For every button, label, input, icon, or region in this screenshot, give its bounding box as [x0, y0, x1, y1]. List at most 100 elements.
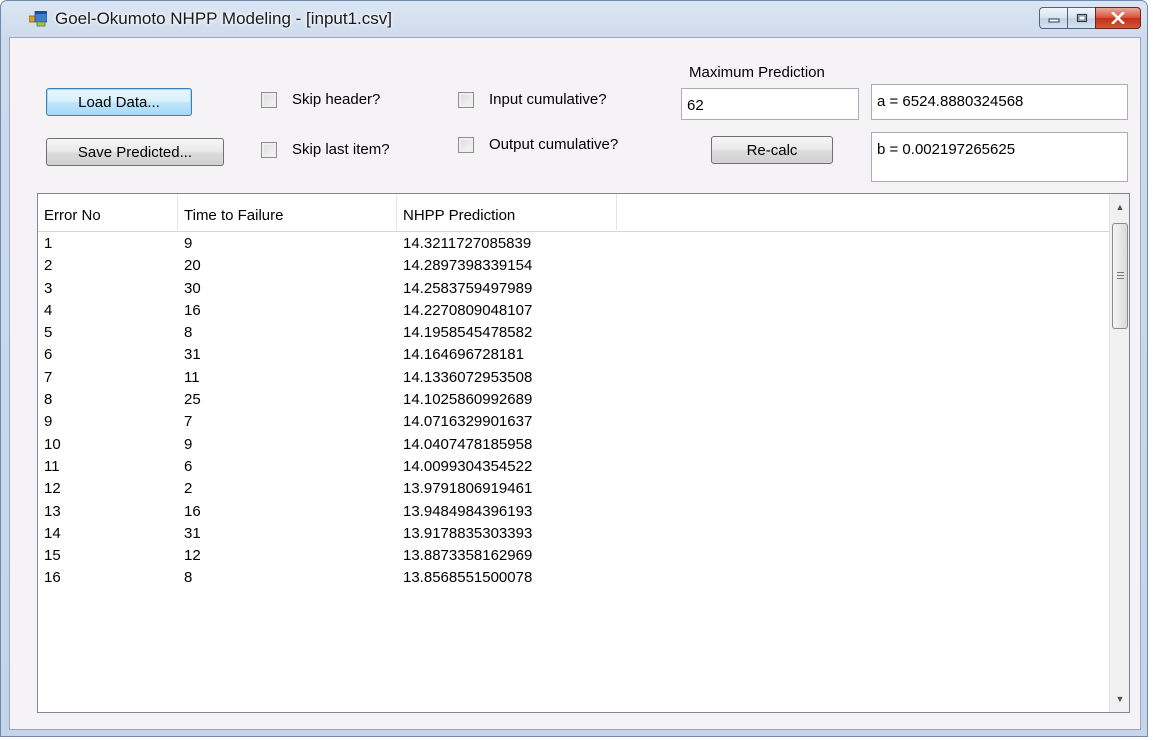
column-header-error-no[interactable]: Error No: [38, 194, 178, 232]
cell-nhpp-prediction: 14.0407478185958: [403, 435, 533, 453]
cell-nhpp-prediction: 14.0099304354522: [403, 457, 533, 475]
param-a-field: a = 6524.8880324568: [871, 84, 1128, 120]
table-row[interactable]: 3 30 14.2583759497989: [38, 278, 1110, 300]
cell-nhpp-prediction: 13.8873358162969: [403, 547, 533, 565]
table-row[interactable]: 6 31 14.164696728181: [38, 344, 1110, 366]
app-icon: [29, 11, 47, 27]
table-row[interactable]: 9 7 14.0716329901637: [38, 411, 1110, 433]
table-row[interactable]: 2 20 14.2897398339154: [38, 255, 1110, 277]
cell-error-no: 13: [44, 502, 61, 520]
cell-time-to-failure: 16: [184, 502, 201, 520]
scroll-up-icon[interactable]: ▲: [1110, 198, 1129, 216]
cell-nhpp-prediction: 14.1336072953508: [403, 368, 533, 386]
recalc-button[interactable]: Re-calc: [711, 136, 833, 164]
column-header-nhpp-prediction[interactable]: NHPP Prediction: [397, 194, 617, 232]
max-prediction-label: Maximum Prediction: [689, 64, 825, 81]
cell-nhpp-prediction: 13.9791806919461: [403, 480, 533, 498]
cell-error-no: 10: [44, 435, 61, 453]
cell-error-no: 6: [44, 346, 53, 364]
table-row[interactable]: 7 11 14.1336072953508: [38, 367, 1110, 389]
cell-time-to-failure: 12: [184, 547, 201, 565]
cell-nhpp-prediction: 14.2897398339154: [403, 257, 533, 275]
cell-time-to-failure: 30: [184, 279, 201, 297]
skip-header-checkbox[interactable]: Skip header?: [261, 91, 380, 108]
minimize-button[interactable]: [1039, 7, 1067, 29]
cell-time-to-failure: 20: [184, 257, 201, 275]
cell-time-to-failure: 9: [184, 435, 193, 453]
table-row[interactable]: 12 2 13.9791806919461: [38, 478, 1110, 500]
checkbox-box: [458, 91, 474, 108]
minimize-icon: [1048, 18, 1059, 23]
output-cumulative-checkbox[interactable]: Output cumulative?: [458, 136, 618, 153]
max-prediction-input[interactable]: 62: [681, 88, 859, 120]
cell-time-to-failure: 2: [184, 480, 193, 498]
table-header: Error No Time to Failure NHPP Prediction: [38, 194, 1110, 232]
cell-error-no: 11: [44, 457, 60, 475]
table-row[interactable]: 4 16 14.2270809048107: [38, 300, 1110, 322]
close-button[interactable]: [1095, 7, 1141, 29]
cell-error-no: 8: [44, 391, 53, 409]
cell-error-no: 16: [44, 569, 61, 587]
output-cumulative-label: Output cumulative?: [489, 136, 619, 153]
close-icon: [1111, 12, 1125, 24]
cell-time-to-failure: 8: [184, 324, 193, 342]
table-row[interactable]: 11 6 14.0099304354522: [38, 456, 1110, 478]
app-window: Goel-Okumoto NHPP Modeling - [input1.csv…: [0, 0, 1148, 737]
input-cumulative-checkbox[interactable]: Input cumulative?: [458, 91, 607, 108]
table-body: 1 9 14.3211727085839 2 20 14.2897398339154 3 30…: [38, 233, 1110, 590]
cell-time-to-failure: 9: [184, 235, 193, 252]
cell-time-to-failure: 11: [184, 368, 200, 386]
cell-nhpp-prediction: 13.8568551500078: [403, 569, 533, 587]
cell-error-no: 9: [44, 413, 53, 431]
cell-time-to-failure: 8: [184, 569, 193, 587]
cell-error-no: 4: [44, 301, 53, 319]
save-predicted-button[interactable]: Save Predicted...: [46, 138, 224, 166]
table-row[interactable]: 13 16 13.9484984396193: [38, 501, 1110, 523]
maximize-button[interactable]: [1067, 7, 1095, 29]
cell-error-no: 2: [44, 257, 53, 275]
table-row[interactable]: 1 9 14.3211727085839: [38, 233, 1110, 255]
column-header-time-to-failure[interactable]: Time to Failure: [178, 194, 397, 232]
cell-nhpp-prediction: 14.2583759497989: [403, 279, 533, 297]
cell-nhpp-prediction: 14.0716329901637: [403, 413, 533, 431]
cell-time-to-failure: 31: [184, 524, 201, 542]
table-row[interactable]: 16 8 13.8568551500078: [38, 567, 1110, 589]
table-row[interactable]: 5 8 14.1958545478582: [38, 322, 1110, 344]
cell-error-no: 1: [44, 235, 53, 252]
cell-nhpp-prediction: 14.164696728181: [403, 346, 524, 364]
skip-header-label: Skip header?: [292, 91, 381, 108]
window-title: Goel-Okumoto NHPP Modeling - [input1.csv…: [55, 9, 392, 28]
cell-error-no: 3: [44, 279, 53, 297]
form-client-area: Load Data... Save Predicted... Re-calc S…: [9, 37, 1141, 730]
table-row[interactable]: 8 25 14.1025860992689: [38, 389, 1110, 411]
cell-error-no: 15: [44, 547, 61, 565]
cell-time-to-failure: 6: [184, 457, 193, 475]
cell-error-no: 12: [44, 480, 61, 498]
title-bar[interactable]: Goel-Okumoto NHPP Modeling - [input1.csv…: [1, 1, 1147, 37]
load-data-button[interactable]: Load Data...: [46, 88, 192, 116]
cell-nhpp-prediction: 13.9484984396193: [403, 502, 533, 520]
param-b-field: b = 0.002197265625: [871, 132, 1128, 182]
cell-error-no: 7: [44, 368, 53, 386]
cell-nhpp-prediction: 14.2270809048107: [403, 301, 533, 319]
cell-nhpp-prediction: 14.1958545478582: [403, 324, 533, 342]
table-row[interactable]: 10 9 14.0407478185958: [38, 434, 1110, 456]
cell-time-to-failure: 16: [184, 301, 201, 319]
cell-nhpp-prediction: 13.9178835303393: [403, 524, 533, 542]
scroll-down-icon[interactable]: ▼: [1110, 690, 1129, 708]
cell-time-to-failure: 31: [184, 346, 201, 364]
cell-time-to-failure: 7: [184, 413, 193, 431]
skip-last-item-label: Skip last item?: [292, 141, 390, 158]
results-table[interactable]: Error No Time to Failure NHPP Prediction…: [37, 193, 1130, 713]
checkbox-box: [261, 91, 277, 108]
cell-nhpp-prediction: 14.3211727085839: [403, 235, 532, 252]
maximize-icon: [1076, 13, 1087, 23]
checkbox-box: [458, 136, 474, 153]
table-row[interactable]: 15 12 13.8873358162969: [38, 545, 1110, 567]
scroll-thumb[interactable]: [1112, 223, 1128, 329]
skip-last-item-checkbox[interactable]: Skip last item?: [261, 141, 390, 158]
checkbox-box: [261, 141, 277, 158]
vertical-scrollbar[interactable]: ▲ ▼: [1109, 194, 1129, 712]
table-row[interactable]: 14 31 13.9178835303393: [38, 523, 1110, 545]
cell-nhpp-prediction: 14.1025860992689: [403, 391, 533, 409]
